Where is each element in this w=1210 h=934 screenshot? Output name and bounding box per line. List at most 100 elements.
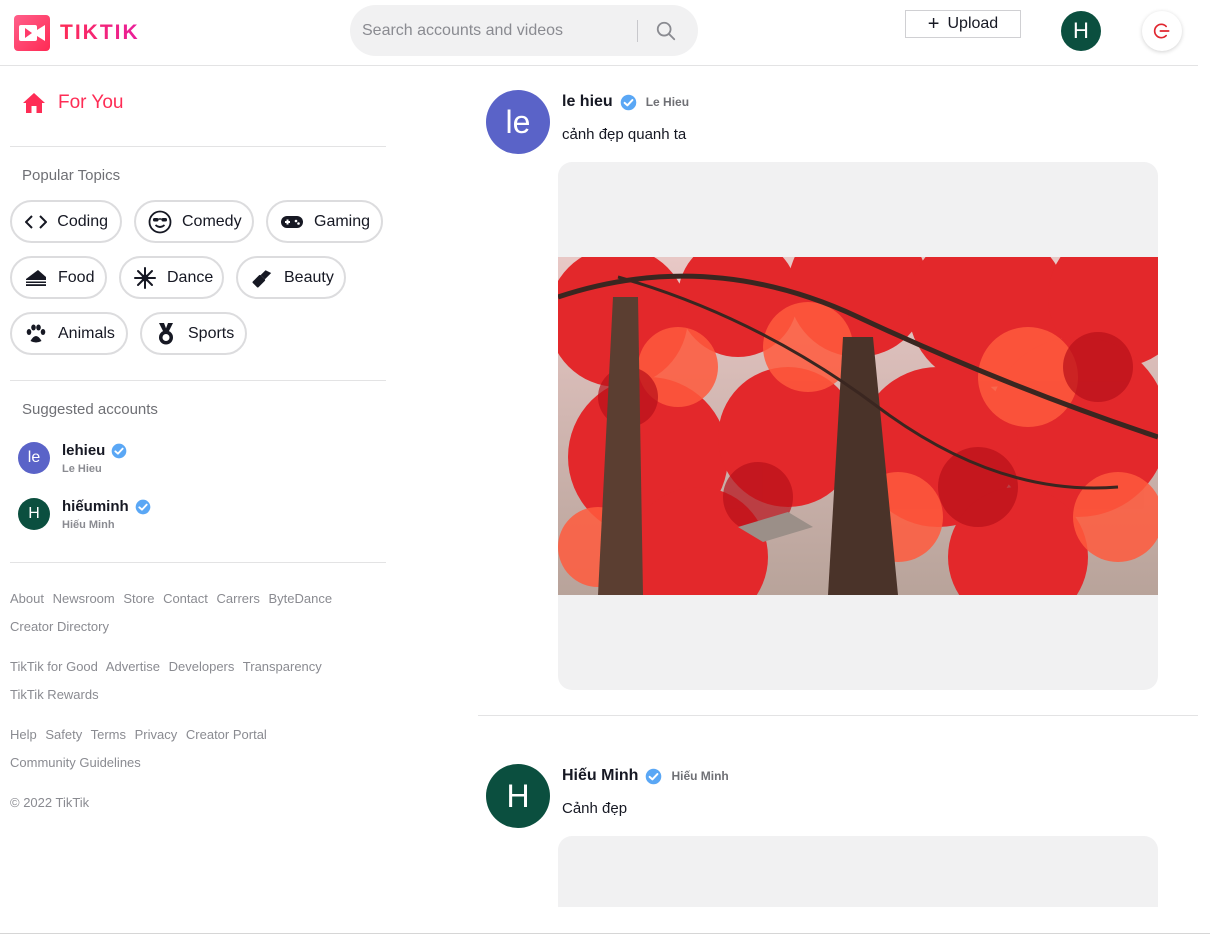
post-display-name: Hiếu Minh xyxy=(671,769,729,783)
verified-badge-icon xyxy=(112,443,127,458)
logo[interactable]: TIKTIK xyxy=(14,15,140,51)
search-icon xyxy=(656,21,676,41)
account-username-row: hiếuminh xyxy=(62,498,151,515)
topic-chip-gaming[interactable]: Gaming xyxy=(266,200,383,243)
topic-label: Dance xyxy=(167,268,214,286)
user-avatar[interactable]: H xyxy=(1061,11,1101,51)
footer-link[interactable]: Carrers xyxy=(217,591,260,606)
footer-link[interactable]: Developers xyxy=(169,659,235,674)
footer-link[interactable]: Creator Directory xyxy=(10,619,109,634)
medal-icon xyxy=(154,322,178,346)
footer-link[interactable]: TikTik Rewards xyxy=(10,687,99,702)
verified-badge-icon xyxy=(646,768,662,784)
search-button[interactable] xyxy=(646,15,686,47)
video-player[interactable] xyxy=(558,836,1158,907)
suggested-account-item[interactable]: H hiếuminh Hiếu Minh xyxy=(18,498,151,531)
footer-links-row: About Newsroom Store Contact Carrers Byt… xyxy=(10,591,337,606)
topic-chip-dance[interactable]: Dance xyxy=(119,256,224,299)
copyright: © 2022 TikTik xyxy=(10,795,90,810)
footer-links-row: Help Safety Terms Privacy Creator Portal xyxy=(10,727,272,742)
footer-link[interactable]: Newsroom xyxy=(53,591,115,606)
footer-link[interactable]: Help xyxy=(10,727,37,742)
footer-link[interactable]: TikTik for Good xyxy=(10,659,98,674)
footer-links-row: Creator Directory xyxy=(10,619,114,634)
video-camera-icon xyxy=(14,15,50,51)
topic-label: Coding xyxy=(57,212,108,230)
footer-link[interactable]: Privacy xyxy=(135,727,178,742)
search-separator xyxy=(637,20,638,42)
footer-link[interactable]: Contact xyxy=(163,591,208,606)
sidebar-divider xyxy=(10,562,386,563)
post-caption: Cảnh đẹp xyxy=(562,800,628,817)
topic-label: Gaming xyxy=(314,212,371,230)
topic-label: Comedy xyxy=(182,212,242,230)
nav-for-you[interactable]: For You xyxy=(22,92,124,114)
top-header: TIKTIK + Upload H xyxy=(0,0,1198,66)
post-header: Hiếu Minh Hiếu Minh xyxy=(562,767,729,785)
upload-label: Upload xyxy=(947,15,999,32)
topic-chip-beauty[interactable]: Beauty xyxy=(236,256,346,299)
topic-chip-animals[interactable]: Animals xyxy=(10,312,128,355)
logout-icon xyxy=(1153,23,1170,39)
footer-links-row: Community Guidelines xyxy=(10,755,146,770)
footer-link[interactable]: Safety xyxy=(45,727,82,742)
post-display-name: Le Hieu xyxy=(645,95,690,109)
post-avatar[interactable]: le xyxy=(486,90,550,154)
dance-icon xyxy=(133,266,157,290)
nav-for-you-label: For You xyxy=(58,92,124,113)
account-username-row: lehieu xyxy=(62,442,127,459)
code-icon xyxy=(24,210,47,234)
verified-badge-icon xyxy=(135,499,151,514)
video-player[interactable] xyxy=(558,162,1158,690)
verified-badge-icon xyxy=(620,94,636,110)
account-username: lehieu xyxy=(62,442,106,459)
footer-link[interactable]: Creator Portal xyxy=(186,727,267,742)
home-icon xyxy=(23,93,45,113)
post-username[interactable]: le hieu xyxy=(562,93,613,111)
sunglasses-face-icon xyxy=(148,210,172,234)
topic-chip-sports[interactable]: Sports xyxy=(140,312,247,355)
lipstick-icon xyxy=(250,266,274,290)
gamepad-icon xyxy=(280,210,304,234)
suggested-accounts-title: Suggested accounts xyxy=(22,401,158,418)
footer-links-row: TikTik for Good Advertise Developers Tra… xyxy=(10,659,327,674)
post-caption: cảnh đẹp quanh ta xyxy=(562,126,687,143)
search-bar xyxy=(350,5,698,56)
topic-chip-food[interactable]: Food xyxy=(10,256,107,299)
topic-chip-comedy[interactable]: Comedy xyxy=(134,200,254,243)
topic-chip-coding[interactable]: Coding xyxy=(10,200,122,243)
footer-link[interactable]: Advertise xyxy=(106,659,160,674)
feed-divider xyxy=(478,715,1198,716)
avatar: H xyxy=(18,498,50,530)
suggested-account-item[interactable]: le lehieu Le Hieu xyxy=(18,442,127,475)
topic-label: Sports xyxy=(188,324,235,342)
topic-label: Beauty xyxy=(284,268,334,286)
cake-icon xyxy=(24,266,48,290)
video-thumbnail-autumn-trees xyxy=(558,257,1158,595)
plus-icon: + xyxy=(927,13,940,35)
paw-icon xyxy=(24,322,48,346)
post-avatar[interactable]: H xyxy=(486,764,550,828)
footer-link[interactable]: Terms xyxy=(91,727,126,742)
footer-link[interactable]: Community Guidelines xyxy=(10,755,141,770)
sidebar-divider xyxy=(10,380,386,381)
topic-label: Food xyxy=(58,268,95,286)
account-display-name: Le Hieu xyxy=(62,463,102,475)
search-input[interactable] xyxy=(362,5,632,56)
footer-link[interactable]: Store xyxy=(123,591,154,606)
account-username: hiếuminh xyxy=(62,498,129,515)
logout-button[interactable] xyxy=(1142,11,1182,51)
post-header: le hieu Le Hieu xyxy=(562,93,689,111)
footer-links-row: TikTik Rewards xyxy=(10,687,104,702)
post-username[interactable]: Hiếu Minh xyxy=(562,767,638,785)
footer-link[interactable]: ByteDance xyxy=(268,591,332,606)
logo-text: TIKTIK xyxy=(60,21,140,44)
topic-label: Animals xyxy=(58,324,115,342)
account-display-name: Hiếu Minh xyxy=(62,519,115,531)
footer-link[interactable]: About xyxy=(10,591,44,606)
sidebar-divider xyxy=(10,146,386,147)
footer-link[interactable]: Transparency xyxy=(243,659,322,674)
avatar: le xyxy=(18,442,50,474)
popular-topics-title: Popular Topics xyxy=(22,167,121,184)
upload-button[interactable]: + Upload xyxy=(905,10,1021,38)
